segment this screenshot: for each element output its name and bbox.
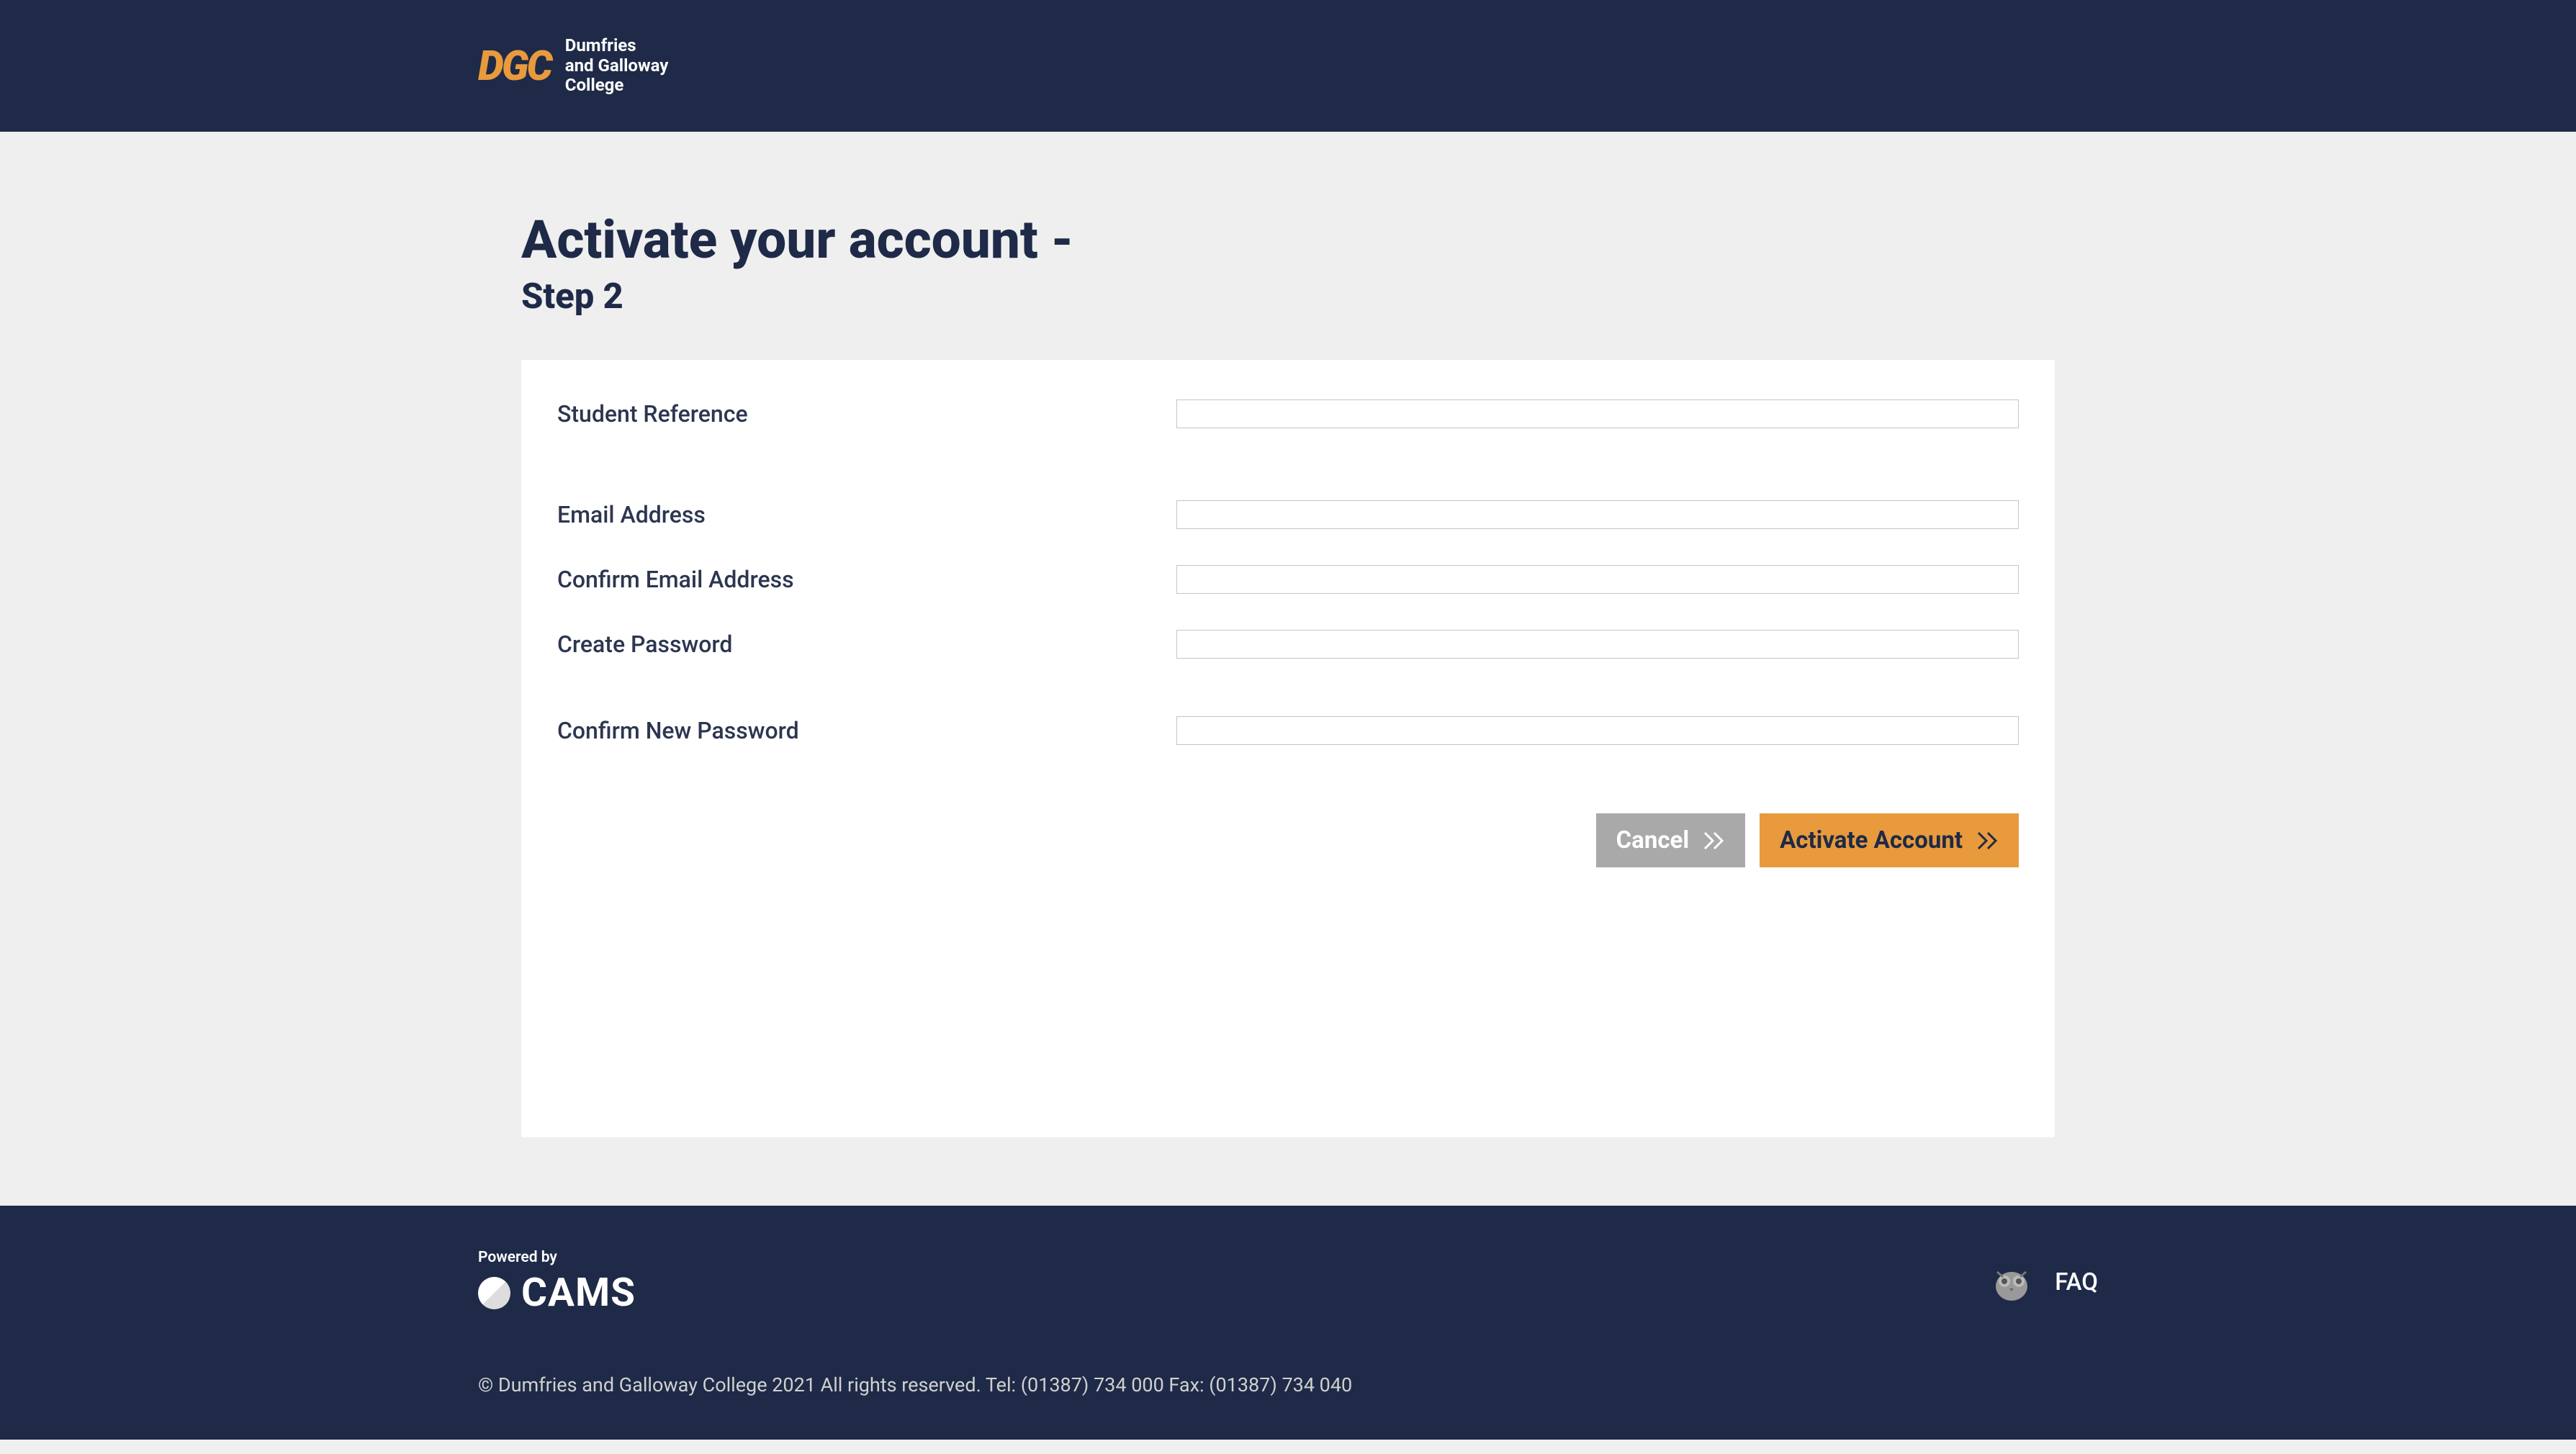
activation-form-card: Student Reference Email Address Confirm … [521, 360, 2055, 1137]
page-title: Activate your account - [521, 211, 2055, 268]
confirm-password-label: Confirm New Password [557, 717, 1176, 744]
page-footer: Powered by CAMS FAQ © Dumfri [0, 1206, 2576, 1440]
page-header: DGC Dumfries and Galloway College [0, 0, 2576, 132]
form-buttons: Cancel Activate Account [557, 813, 2019, 867]
chevron-right-icon [1703, 831, 1725, 850]
student-reference-input[interactable] [1176, 399, 2019, 428]
faq-link[interactable]: FAQ [2055, 1268, 2098, 1296]
cancel-button-label: Cancel [1616, 826, 1690, 854]
confirm-email-input[interactable] [1176, 565, 2019, 594]
password-input[interactable] [1176, 630, 2019, 659]
cams-logo: CAMS [478, 1270, 636, 1316]
confirm-email-label: Confirm Email Address [557, 566, 1176, 593]
powered-by-label: Powered by [478, 1249, 636, 1266]
logo-mark: DGC [478, 42, 551, 90]
page-subtitle: Step 2 [521, 276, 2055, 317]
activate-account-button[interactable]: Activate Account [1760, 813, 2019, 867]
email-label: Email Address [557, 501, 1176, 528]
faq-section[interactable]: FAQ [1990, 1261, 2098, 1304]
cams-circle-icon [478, 1277, 510, 1309]
page-title-section: Activate your account - Step 2 [521, 211, 2055, 317]
owl-icon [1990, 1261, 2033, 1304]
password-label: Create Password [557, 631, 1176, 658]
student-reference-label: Student Reference [557, 400, 1176, 428]
college-logo: DGC Dumfries and Galloway College [478, 36, 668, 96]
activate-button-label: Activate Account [1780, 826, 1963, 854]
copyright-text: © Dumfries and Galloway College 2021 All… [478, 1373, 2098, 1396]
cancel-button[interactable]: Cancel [1596, 813, 1746, 867]
email-input[interactable] [1176, 500, 2019, 529]
chevron-right-icon [1977, 831, 1999, 850]
cams-text: CAMS [521, 1270, 636, 1316]
powered-by-section: Powered by CAMS [478, 1249, 636, 1316]
logo-text: Dumfries and Galloway College [565, 36, 669, 96]
confirm-password-input[interactable] [1176, 716, 2019, 745]
